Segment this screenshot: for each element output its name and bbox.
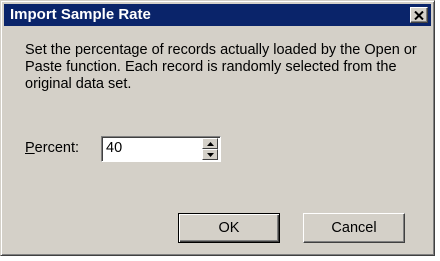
up-arrow-icon: [206, 141, 214, 146]
description-text: Set the percentage of records actually l…: [25, 42, 417, 92]
percent-label-mnemonic: P: [25, 140, 35, 156]
close-button[interactable]: [410, 7, 428, 23]
title-bar[interactable]: Import Sample Rate: [4, 4, 431, 26]
percent-spinbox[interactable]: [101, 136, 221, 162]
close-icon: [414, 10, 424, 20]
ok-button[interactable]: OK: [178, 213, 280, 243]
spin-up-button[interactable]: [202, 138, 218, 149]
percent-label-text: ercent:: [34, 140, 80, 156]
spin-down-button[interactable]: [202, 149, 218, 160]
percent-label: Percent:: [25, 140, 79, 157]
dialog-title: Import Sample Rate: [10, 6, 151, 23]
down-arrow-icon: [206, 152, 214, 157]
cancel-button[interactable]: Cancel: [303, 213, 405, 243]
percent-input[interactable]: [106, 139, 186, 157]
import-sample-rate-dialog: Import Sample Rate Set the percentage of…: [0, 0, 435, 256]
